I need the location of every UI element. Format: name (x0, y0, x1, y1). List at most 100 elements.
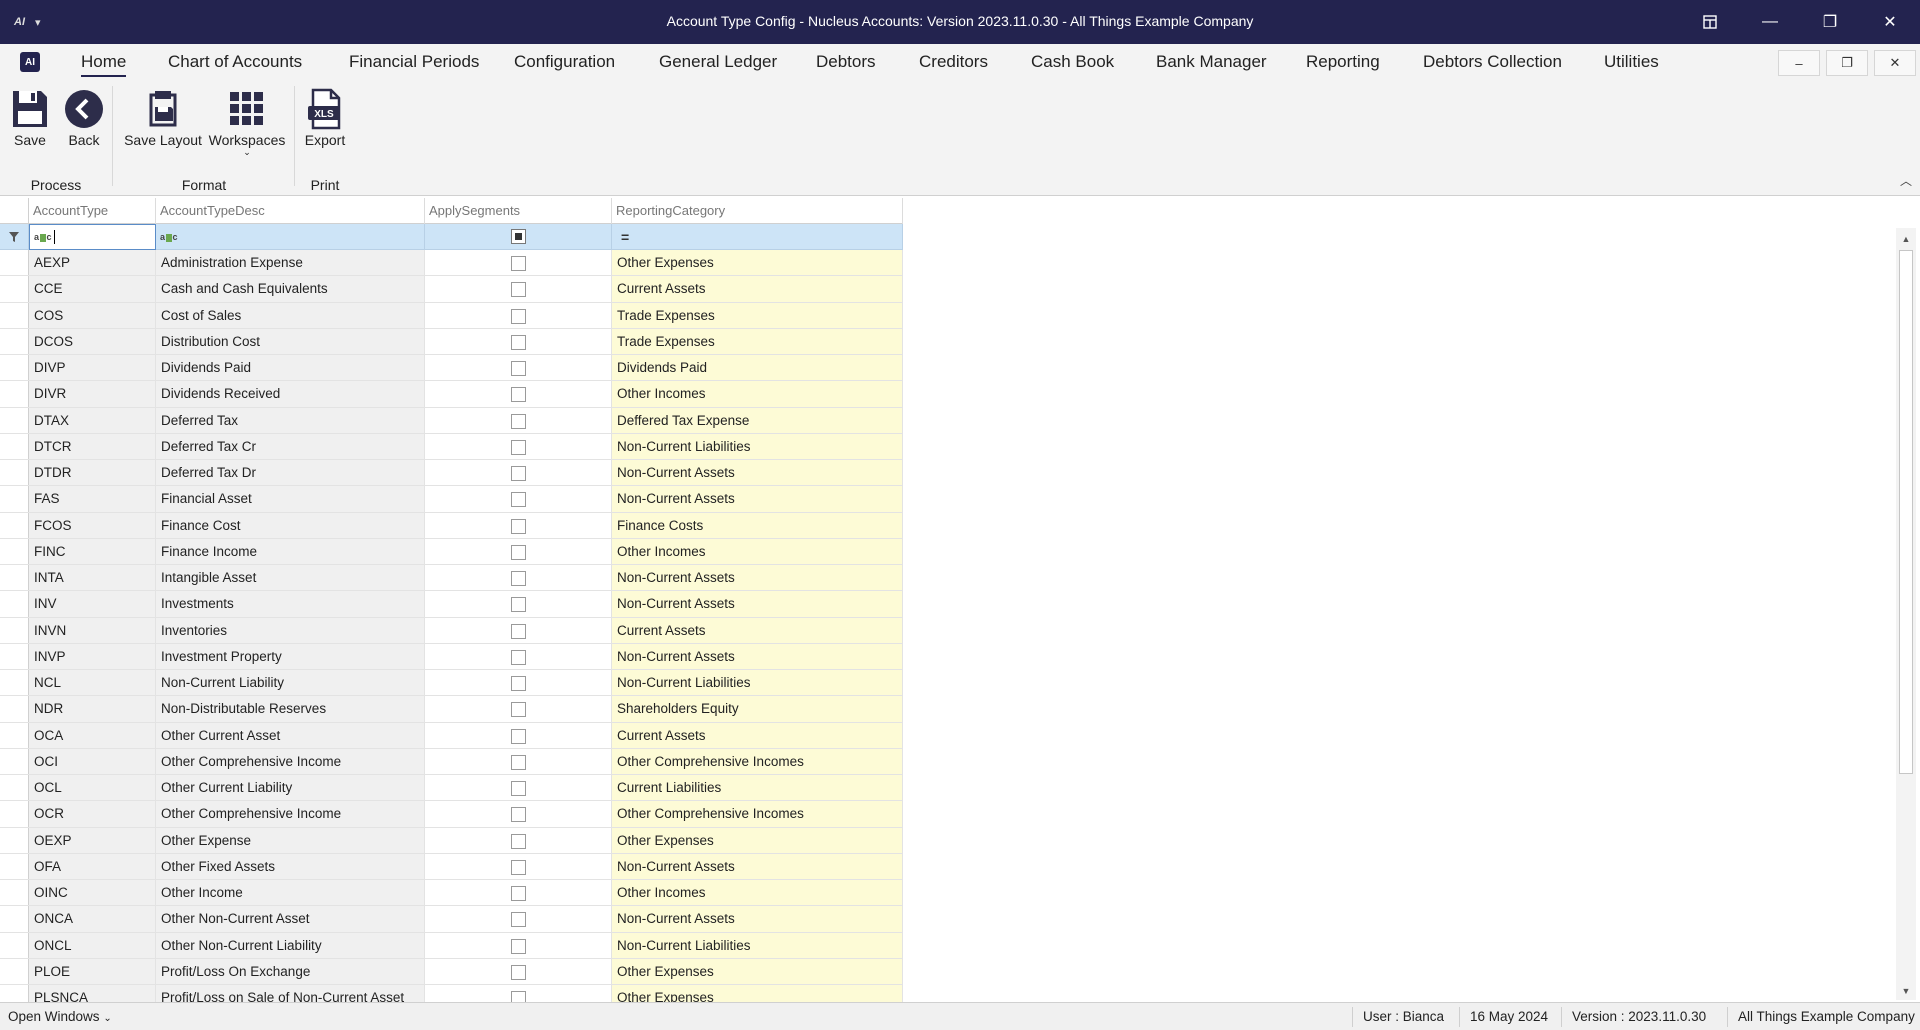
cell-accounttype[interactable]: COS (29, 302, 156, 328)
apply-segments-checkbox[interactable] (511, 518, 526, 534)
cell-reportingcategory[interactable]: Non-Current Assets (612, 460, 903, 486)
table-row[interactable]: OEXP Other Expense Other Expenses (0, 827, 903, 854)
row-indicator[interactable] (0, 696, 29, 722)
cell-accounttype[interactable]: DIVR (29, 381, 156, 407)
table-row[interactable]: DTAX Deferred Tax Deffered Tax Expense (0, 407, 903, 434)
cell-accounttype[interactable]: OFA (29, 853, 156, 879)
row-indicator[interactable] (0, 906, 29, 932)
table-row[interactable]: INVN Inventories Current Assets (0, 617, 903, 644)
cell-accounttypedesc[interactable]: Finance Cost (156, 512, 425, 538)
table-row[interactable]: PLOE Profit/Loss On Exchange Other Expense… (0, 958, 903, 985)
menu-financial-periods[interactable]: Financial Periods (349, 52, 479, 72)
cell-accounttypedesc[interactable]: Financial Asset (156, 486, 425, 512)
row-indicator[interactable] (0, 328, 29, 354)
cell-accounttypedesc[interactable]: Inventories (156, 617, 425, 643)
cell-accounttypedesc[interactable]: Deferred Tax Cr (156, 433, 425, 459)
cell-reportingcategory[interactable]: Other Comprehensive Incomes (612, 748, 903, 774)
apply-segments-checkbox[interactable] (511, 597, 526, 613)
row-indicator[interactable] (0, 433, 29, 459)
save-button[interactable]: Save (10, 86, 50, 148)
filter-accounttypedesc-input[interactable]: ac (156, 224, 425, 250)
apply-segments-checkbox[interactable] (511, 466, 526, 481)
cell-reportingcategory[interactable]: Other Incomes (612, 381, 903, 407)
scroll-up-icon[interactable]: ▲ (1896, 230, 1916, 248)
apply-segments-checkbox[interactable] (511, 282, 526, 298)
apply-segments-checkbox[interactable] (511, 544, 526, 560)
column-header-applysegments[interactable]: ApplySegments (425, 198, 612, 224)
cell-accounttypedesc[interactable]: Cost of Sales (156, 302, 425, 328)
table-row[interactable]: OCA Other Current Asset Current Assets (0, 722, 903, 749)
cell-accounttype[interactable]: INTA (29, 565, 156, 591)
layout-button[interactable] (1680, 0, 1740, 44)
workspaces-button[interactable]: Workspaces ⌄ (208, 86, 286, 157)
vertical-scrollbar[interactable]: ▲ ▼ (1896, 228, 1916, 1000)
cell-accounttype[interactable]: ONCA (29, 906, 156, 932)
cell-accounttypedesc[interactable]: Cash and Cash Equivalents (156, 276, 425, 302)
row-indicator[interactable] (0, 958, 29, 984)
cell-accounttype[interactable]: INVP (29, 643, 156, 669)
menu-debtors-collection[interactable]: Debtors Collection (1423, 52, 1562, 72)
cell-accounttype[interactable]: DCOS (29, 328, 156, 354)
apply-segments-checkbox[interactable] (511, 492, 526, 508)
cell-reportingcategory[interactable]: Non-Current Assets (612, 853, 903, 879)
row-indicator[interactable] (0, 748, 29, 774)
table-row[interactable]: FAS Financial Asset Non-Current Assets (0, 486, 903, 513)
row-indicator[interactable] (0, 512, 29, 538)
cell-accounttype[interactable]: DTAX (29, 407, 156, 433)
menu-chart-of-accounts[interactable]: Chart of Accounts (168, 52, 302, 72)
table-row[interactable]: ONCA Other Non-Current Asset Non-Current A… (0, 906, 903, 933)
row-indicator[interactable] (0, 538, 29, 564)
apply-segments-checkbox[interactable] (511, 781, 526, 796)
table-row[interactable]: INV Investments Non-Current Assets (0, 591, 903, 618)
cell-accounttype[interactable]: FINC (29, 538, 156, 564)
cell-reportingcategory[interactable]: Non-Current Assets (612, 486, 903, 512)
apply-segments-checkbox[interactable] (511, 807, 526, 823)
cell-accounttypedesc[interactable]: Profit/Loss On Exchange (156, 958, 425, 984)
cell-reportingcategory[interactable]: Finance Costs (612, 512, 903, 538)
cell-reportingcategory[interactable]: Current Assets (612, 722, 903, 748)
cell-reportingcategory[interactable]: Current Assets (612, 617, 903, 643)
open-windows-dropdown[interactable]: Open Windows ⌄ (8, 1009, 112, 1024)
child-restore-button[interactable]: ❐ (1826, 50, 1868, 76)
cell-accounttypedesc[interactable]: Dividends Paid (156, 355, 425, 381)
row-indicator[interactable] (0, 775, 29, 801)
row-indicator[interactable] (0, 880, 29, 906)
apply-segments-checkbox[interactable] (511, 938, 526, 954)
cell-reportingcategory[interactable]: Non-Current Assets (612, 591, 903, 617)
apply-segments-checkbox[interactable] (511, 702, 526, 718)
cell-reportingcategory[interactable]: Trade Expenses (612, 302, 903, 328)
cell-accounttypedesc[interactable]: Finance Income (156, 538, 425, 564)
table-row[interactable]: PLSNCA Profit/Loss on Sale of Non-Current… (0, 985, 903, 1002)
cell-accounttypedesc[interactable]: Other Income (156, 880, 425, 906)
apply-segments-checkbox[interactable] (511, 361, 526, 376)
save-layout-button[interactable]: Save Layout (124, 86, 202, 148)
cell-accounttype[interactable]: FAS (29, 486, 156, 512)
cell-accounttype[interactable]: INVN (29, 617, 156, 643)
minimize-button[interactable]: — (1740, 0, 1800, 44)
cell-accounttypedesc[interactable]: Other Fixed Assets (156, 853, 425, 879)
table-row[interactable]: DIVP Dividends Paid Dividends Paid (0, 355, 903, 382)
cell-accounttype[interactable]: INV (29, 591, 156, 617)
column-header-reportingcategory[interactable]: ReportingCategory (612, 198, 903, 224)
cell-accounttypedesc[interactable]: Distribution Cost (156, 328, 425, 354)
filter-applysegments-checkbox[interactable] (425, 224, 612, 250)
menu-utilities[interactable]: Utilities (1604, 52, 1659, 72)
row-indicator[interactable] (0, 250, 29, 276)
cell-accounttype[interactable]: AEXP (29, 250, 156, 276)
menu-cash-book[interactable]: Cash Book (1031, 52, 1114, 72)
cell-accounttype[interactable]: OCA (29, 722, 156, 748)
cell-accounttype[interactable]: DTCR (29, 433, 156, 459)
cell-accounttypedesc[interactable]: Other Current Asset (156, 722, 425, 748)
cell-accounttypedesc[interactable]: Other Current Liability (156, 775, 425, 801)
cell-accounttype[interactable]: DIVP (29, 355, 156, 381)
cell-accounttype[interactable]: DTDR (29, 460, 156, 486)
row-indicator[interactable] (0, 565, 29, 591)
cell-reportingcategory[interactable]: Non-Current Liabilities (612, 433, 903, 459)
cell-reportingcategory[interactable]: Non-Current Liabilities (612, 932, 903, 958)
apply-segments-checkbox[interactable] (511, 571, 526, 586)
cell-accounttype[interactable]: PLSNCA (29, 985, 156, 1002)
table-row[interactable]: NDR Non-Distributable Reserves Shareholder… (0, 696, 903, 723)
cell-reportingcategory[interactable]: Shareholders Equity (612, 696, 903, 722)
row-indicator[interactable] (0, 722, 29, 748)
cell-accounttype[interactable]: PLOE (29, 958, 156, 984)
